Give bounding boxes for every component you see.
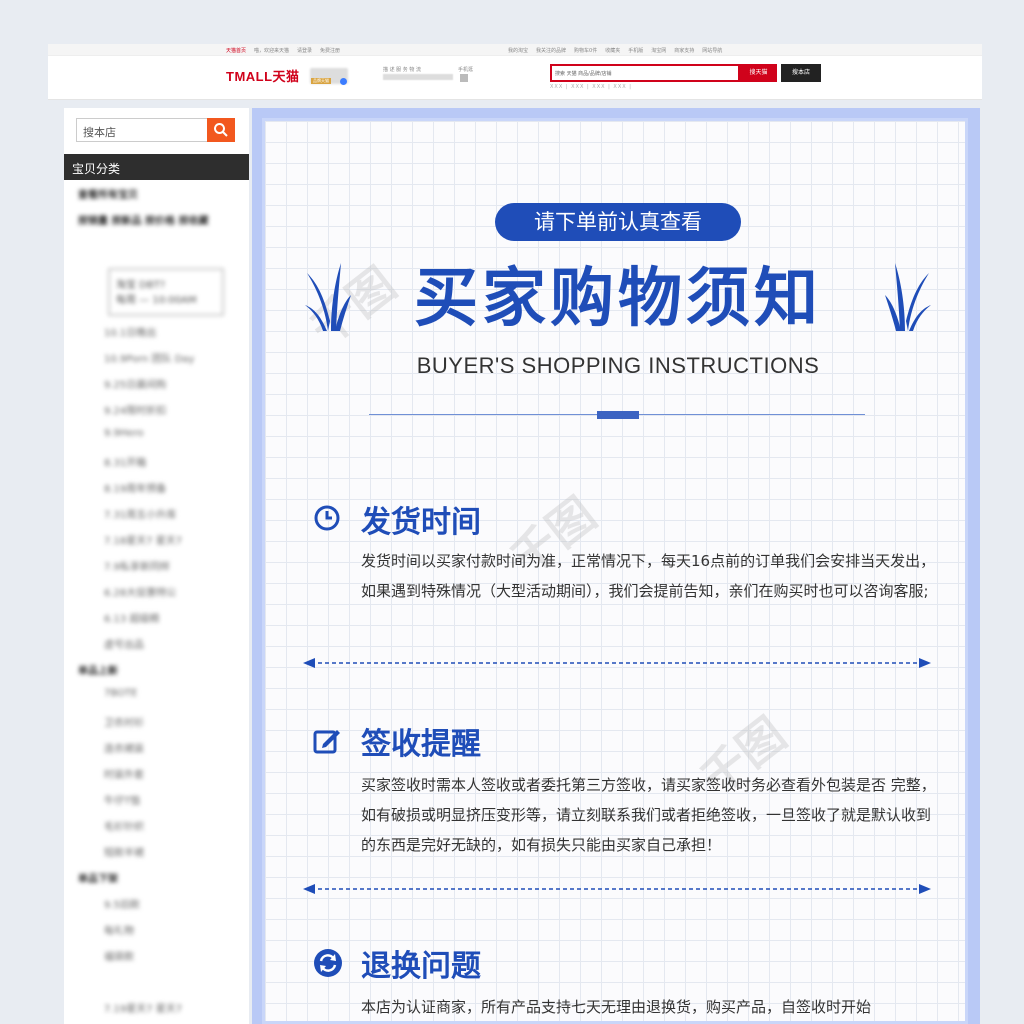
title-divider-mark	[597, 411, 639, 419]
top-nav-left: 天猫首页 喵，欢迎来天猫 请登录 免费注册	[226, 47, 340, 54]
my-taobao-link[interactable]: 我的淘宝	[508, 47, 528, 54]
login-link[interactable]: 请登录	[297, 47, 312, 54]
category-item[interactable]: 7.9私享新同样	[78, 558, 238, 584]
tmall-search-input[interactable]: 搜索 天猫 商品/品牌/店铺	[550, 64, 740, 82]
category-item[interactable]	[78, 974, 238, 1000]
category-item[interactable]: 短款半裙	[78, 844, 238, 870]
section-title-shipping: 发货时间	[361, 505, 481, 540]
category-item[interactable]: 6.13 超级精	[78, 610, 238, 636]
category-item[interactable]: 毛衫针织	[78, 818, 238, 844]
category-item[interactable]: 8.19周年预备	[78, 480, 238, 506]
category-item[interactable]: 按销量 按新品 按价格 按收藏	[78, 212, 238, 238]
shop-rating-label: 描 述 服 务 物 流	[383, 67, 421, 73]
category-item[interactable]: 牛仔T恤	[78, 792, 238, 818]
category-item[interactable]: 10.1日晚出	[78, 324, 238, 350]
edit-icon	[313, 730, 340, 754]
category-item[interactable]: 9.5旧款	[78, 896, 238, 922]
shop-rating-blurred	[383, 74, 453, 80]
category-item[interactable]	[78, 238, 238, 264]
section-body-returns: 本店为认证商家，所有产品支持七天无理由退换货，购买产品，自签收时开始	[361, 998, 872, 1016]
category-item[interactable]: 7.31周五小升库	[78, 506, 238, 532]
category-item[interactable]: 8.31开箱	[78, 454, 238, 480]
tmall-header: 天猫首页 喵，欢迎来天猫 请登录 免费注册 我的淘宝 我关注的品牌 购物车0件 …	[48, 44, 982, 100]
category-item[interactable]: 7.18星天7 星天7	[78, 532, 238, 558]
tmall-logo[interactable]: TMALL天猫	[226, 66, 300, 85]
category-item[interactable]: 7BOTE	[78, 688, 238, 714]
register-link[interactable]: 免费注册	[320, 47, 340, 54]
category-item[interactable]: 9.9Hero	[78, 428, 238, 454]
category-item[interactable]: 10.9Porn 团队 Day	[78, 350, 238, 376]
hot-search-words[interactable]: XXX | XXX | XXX | XXX |	[550, 84, 632, 90]
search-tmall-button[interactable]: 搜天猫	[740, 64, 777, 82]
top-nav: 天猫首页 喵，欢迎来天猫 请登录 免费注册 我的淘宝 我关注的品牌 购物车0件 …	[48, 44, 982, 56]
mobile-link[interactable]: 手机版	[628, 47, 643, 54]
promo-box-line: 每周 — 10:00AM	[116, 295, 197, 306]
category-item[interactable]: 每礼物	[78, 922, 238, 948]
shop-badge: 品牌天猫	[311, 78, 331, 84]
category-item[interactable]: 9.25日晨间购	[78, 376, 238, 402]
category-list: 查看所有宝贝 按销量 按新品 按价格 按收藏淘宝 DBT? 每周 — 10:00AM…	[78, 186, 238, 1024]
notice-card: 千图 千图 千图 请下单前认真查看 买家购物须知 BUYER'S SHOPPIN…	[262, 118, 968, 1024]
tmall-home-link[interactable]: 天猫首页	[226, 47, 246, 54]
section-body-shipping: 发货时间以买家付款时间为准，正常情况下，每天16点前的订单我们会安排当天发出，如…	[361, 552, 936, 600]
category-item[interactable]: 6.28大促惠特公	[78, 584, 238, 610]
category-item[interactable]: 9.24限时折扣	[78, 402, 238, 428]
cart-link[interactable]: 购物车0件	[574, 47, 597, 54]
section-body-receipt: 买家签收时需本人签收或者委托第三方签收，请买家签收时务必查看外包装是否 完整，如…	[361, 776, 936, 854]
category-item[interactable]: 单品下架	[78, 870, 238, 896]
page-subtitle: BUYER'S SHOPPING INSTRUCTIONS	[416, 353, 820, 378]
taobao-link[interactable]: 淘宝网	[651, 47, 666, 54]
category-item[interactable]: 卫衣衬衫	[78, 714, 238, 740]
shop-search-input[interactable]: 搜本店	[76, 118, 208, 142]
favorites-link[interactable]: 收藏夹	[605, 47, 620, 54]
welcome-text: 喵，欢迎来天猫	[254, 48, 290, 54]
section-divider-arrow	[303, 658, 931, 668]
search-icon	[214, 123, 228, 137]
category-item[interactable]: 查看所有宝贝	[78, 186, 238, 212]
read-before-order-pill: 请下单前认真查看	[495, 203, 741, 241]
verified-icon	[340, 78, 347, 85]
category-header: 宝贝分类	[64, 154, 249, 180]
site-nav-link[interactable]: 网站导航	[702, 47, 722, 54]
category-item[interactable]: 虚号出品	[78, 636, 238, 662]
merchant-support-link[interactable]: 商家支持	[674, 47, 694, 54]
section-divider-arrow	[303, 884, 931, 894]
clock-icon	[314, 505, 340, 531]
grass-right-icon	[885, 263, 931, 331]
section-title-receipt: 签收提醒	[361, 727, 481, 762]
main-panel: 千图 千图 千图 请下单前认真查看 买家购物须知 BUYER'S SHOPPIN…	[252, 108, 980, 1024]
category-item[interactable]: 连衣裙装	[78, 740, 238, 766]
mobile-label: 手机逛	[458, 67, 474, 73]
qr-code-icon[interactable]	[460, 74, 468, 82]
exchange-icon	[314, 949, 342, 977]
category-item[interactable]: 福袋款	[78, 948, 238, 974]
search-shop-button[interactable]: 搜本店	[781, 64, 821, 82]
page-title: 买家购物须知	[414, 262, 822, 336]
category-item[interactable]: 单品上新	[78, 662, 238, 688]
shop-sidebar: 搜本店 宝贝分类 查看所有宝贝 按销量 按新品 按价格 按收藏淘宝 DBT? 每周 …	[64, 108, 249, 1024]
brands-link[interactable]: 我关注的品牌	[536, 47, 566, 54]
shop-search-button[interactable]	[207, 118, 235, 142]
section-title-returns: 退换问题	[361, 949, 481, 984]
category-item[interactable]: 时装外套	[78, 766, 238, 792]
promo-box-line: 淘宝 DBT?	[116, 280, 166, 291]
category-item[interactable]: 7.19星天7 星天7	[78, 1000, 238, 1024]
promo-box[interactable]: 淘宝 DBT? 每周 — 10:00AM	[108, 268, 224, 316]
top-nav-right: 我的淘宝 我关注的品牌 购物车0件 收藏夹 手机版 淘宝网 商家支持 网站导航	[508, 47, 722, 54]
